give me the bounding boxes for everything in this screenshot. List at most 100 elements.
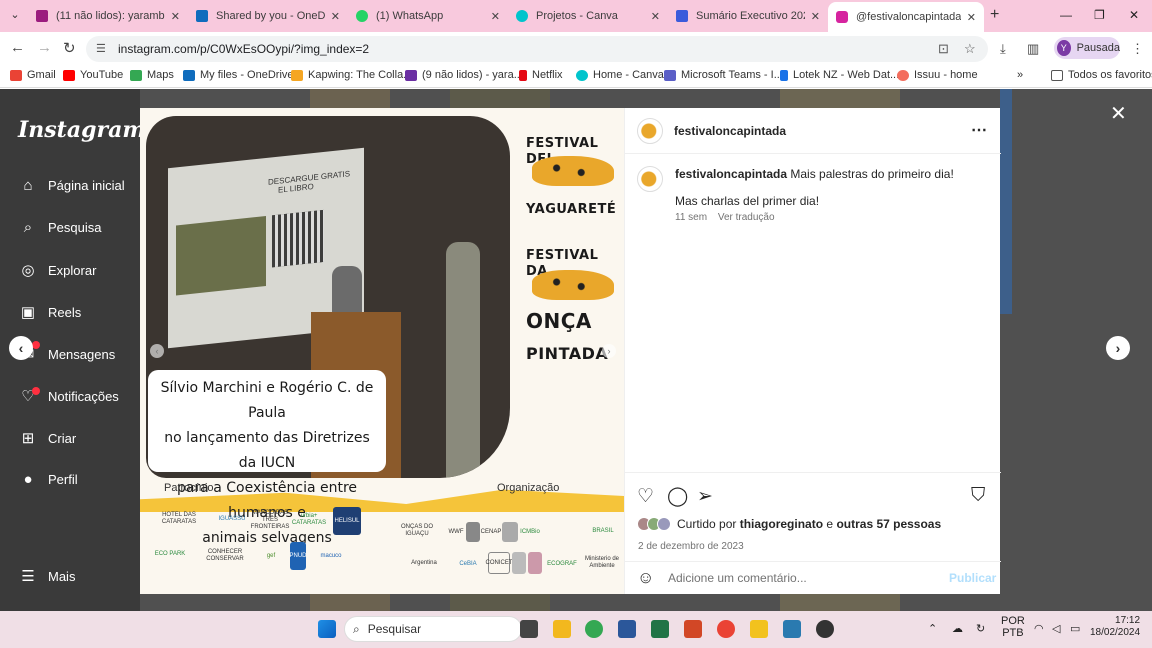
nav-more[interactable]: ☰ Mais: [18, 567, 75, 585]
close-icon[interactable]: ✕: [331, 10, 340, 23]
bookmark-item[interactable]: Microsoft Teams - I...: [664, 69, 783, 81]
address-bar[interactable]: ☰ instagram.com/p/C0WxEsOOypi/?img_index…: [86, 36, 988, 62]
close-icon[interactable]: ✕: [651, 10, 660, 23]
bookmark-icon[interactable]: ⛉: [971, 485, 985, 507]
bookmark-item[interactable]: Lotek NZ - Web Dat...: [780, 69, 899, 81]
more-options-icon[interactable]: ⋯: [971, 120, 987, 140]
chrome-icon[interactable]: [585, 620, 603, 638]
nav-label: Perfil: [48, 472, 78, 487]
bookmark-label: Issuu - home: [914, 69, 978, 81]
previous-post-arrow[interactable]: ‹: [9, 336, 33, 360]
translate-link[interactable]: Ver tradução: [718, 212, 775, 223]
publish-button[interactable]: Publicar: [949, 571, 996, 585]
heart-icon[interactable]: ♡: [637, 485, 654, 508]
bookmark-item[interactable]: My files - OneDrive: [183, 69, 294, 81]
next-post-arrow[interactable]: ›: [1106, 336, 1130, 360]
close-window-icon[interactable]: ✕: [1129, 8, 1139, 22]
close-icon[interactable]: ✕: [491, 10, 500, 23]
browser-tab[interactable]: Shared by you - OneDrive ✕: [188, 4, 348, 28]
bookmark-item[interactable]: Issuu - home: [897, 69, 978, 81]
media-next-icon[interactable]: ›: [602, 344, 616, 358]
minimize-icon[interactable]: —: [1060, 8, 1072, 22]
sync-icon[interactable]: ↻: [976, 622, 985, 635]
browser-tab-active[interactable]: @festivaloncapintada • Fo ✕: [828, 2, 984, 32]
chrome-profile-icon[interactable]: [717, 620, 735, 638]
caption-author[interactable]: festivaloncapintada: [675, 167, 787, 181]
nav-create[interactable]: ⊞ Criar: [18, 429, 76, 447]
instagram-logo[interactable]: Instagram: [18, 117, 146, 143]
bookmark-item[interactable]: YouTube: [63, 69, 123, 81]
screen-photo: [176, 216, 266, 296]
clock[interactable]: 17:12 18/02/2024: [1090, 615, 1140, 639]
comment-icon[interactable]: ◯: [667, 485, 688, 508]
taskbar-search[interactable]: ⌕ Pesquisar: [344, 616, 522, 642]
cloud-icon[interactable]: ☁: [952, 622, 963, 635]
restore-icon[interactable]: ❐: [1094, 8, 1105, 22]
youtube-icon: [63, 69, 75, 81]
caption-text-2: Mas charlas del primer dia!: [675, 194, 820, 208]
share-icon[interactable]: ➢: [697, 485, 713, 508]
bookmark-star-icon[interactable]: ☆: [964, 41, 976, 57]
url-text[interactable]: instagram.com/p/C0WxEsOOypi/?img_index=2: [118, 42, 369, 56]
forward-icon[interactable]: →: [37, 39, 52, 56]
close-icon[interactable]: ✕: [171, 10, 180, 23]
close-icon[interactable]: ✕: [967, 11, 976, 24]
powerpoint-icon[interactable]: [684, 620, 702, 638]
tab-search-icon[interactable]: ⌄: [6, 8, 24, 24]
app-icon[interactable]: [750, 620, 768, 638]
tab-favicon: [356, 10, 368, 22]
battery-icon[interactable]: ▭: [1070, 622, 1080, 635]
post-author[interactable]: festivaloncapintada: [674, 124, 786, 138]
avatar[interactable]: [637, 118, 663, 144]
org-logo: ICMBio: [520, 528, 540, 535]
liked-by-user[interactable]: thiagoreginato: [740, 517, 823, 531]
media-prev-icon[interactable]: ‹: [150, 344, 164, 358]
comment-input[interactable]: Adicione um comentário...: [668, 571, 807, 585]
liker-avatar: [657, 517, 671, 531]
emoji-icon[interactable]: ☺: [637, 568, 654, 588]
chevron-up-icon[interactable]: ⌃: [928, 622, 937, 635]
avatar[interactable]: [637, 166, 663, 192]
wifi-icon[interactable]: ◠: [1034, 622, 1044, 635]
bookmark-item[interactable]: Kapwing: The Colla...: [291, 69, 412, 81]
nav-home[interactable]: ⌂ Página inicial: [18, 177, 124, 194]
bookmark-item[interactable]: Netflix: [519, 69, 563, 81]
org-logo: [502, 522, 518, 542]
windows-start-icon[interactable]: [318, 620, 336, 638]
volume-icon[interactable]: ◁: [1052, 622, 1060, 635]
nav-search[interactable]: ⌕ Pesquisa: [18, 219, 102, 236]
profile-button[interactable]: Y Pausada: [1054, 37, 1120, 59]
file-explorer-icon[interactable]: [553, 620, 571, 638]
reload-icon[interactable]: ↻: [63, 39, 76, 57]
close-modal-icon[interactable]: ✕: [1110, 101, 1127, 126]
nav-explore[interactable]: ◎ Explorar: [18, 261, 96, 279]
back-icon[interactable]: ←: [10, 39, 25, 56]
side-panel-icon[interactable]: ▥: [1027, 41, 1039, 57]
bookmark-item[interactable]: Home - Canva: [576, 69, 664, 81]
download-icon[interactable]: ⤓: [1000, 41, 1006, 57]
browser-tab[interactable]: Sumário Executivo 2023 - / ✕: [668, 4, 828, 28]
menu-kebab-icon[interactable]: ⋮: [1131, 41, 1144, 57]
task-view-icon[interactable]: [520, 620, 538, 638]
bookmark-item[interactable]: Gmail: [10, 69, 56, 81]
excel-icon[interactable]: [651, 620, 669, 638]
close-icon[interactable]: ✕: [811, 10, 820, 23]
liked-by-prefix: Curtido por: [677, 517, 737, 531]
nav-reels[interactable]: ▣ Reels: [18, 303, 81, 321]
app-icon[interactable]: [783, 620, 801, 638]
new-tab-icon[interactable]: +: [990, 6, 999, 24]
site-info-icon[interactable]: ☰: [96, 42, 106, 55]
word-icon[interactable]: [618, 620, 636, 638]
input-language[interactable]: POR PTB: [1001, 615, 1025, 639]
browser-tab[interactable]: (1) WhatsApp ✕: [348, 4, 508, 28]
liked-by-others[interactable]: outras 57 pessoas: [836, 517, 941, 531]
browser-tab[interactable]: Projetos - Canva ✕: [508, 4, 668, 28]
nav-profile[interactable]: ● Perfil: [18, 471, 78, 488]
browser-tab[interactable]: (11 não lidos): yarambarro ✕: [28, 4, 188, 28]
bookmark-item[interactable]: Maps: [130, 69, 174, 81]
more-bookmarks-icon[interactable]: »: [1017, 69, 1023, 81]
bookmark-item[interactable]: (9 não lidos) - yara...: [405, 69, 523, 81]
all-bookmarks[interactable]: Todos os favoritos: [1051, 69, 1152, 81]
app-icon[interactable]: [816, 620, 834, 638]
install-app-icon[interactable]: ⊡: [938, 41, 949, 57]
